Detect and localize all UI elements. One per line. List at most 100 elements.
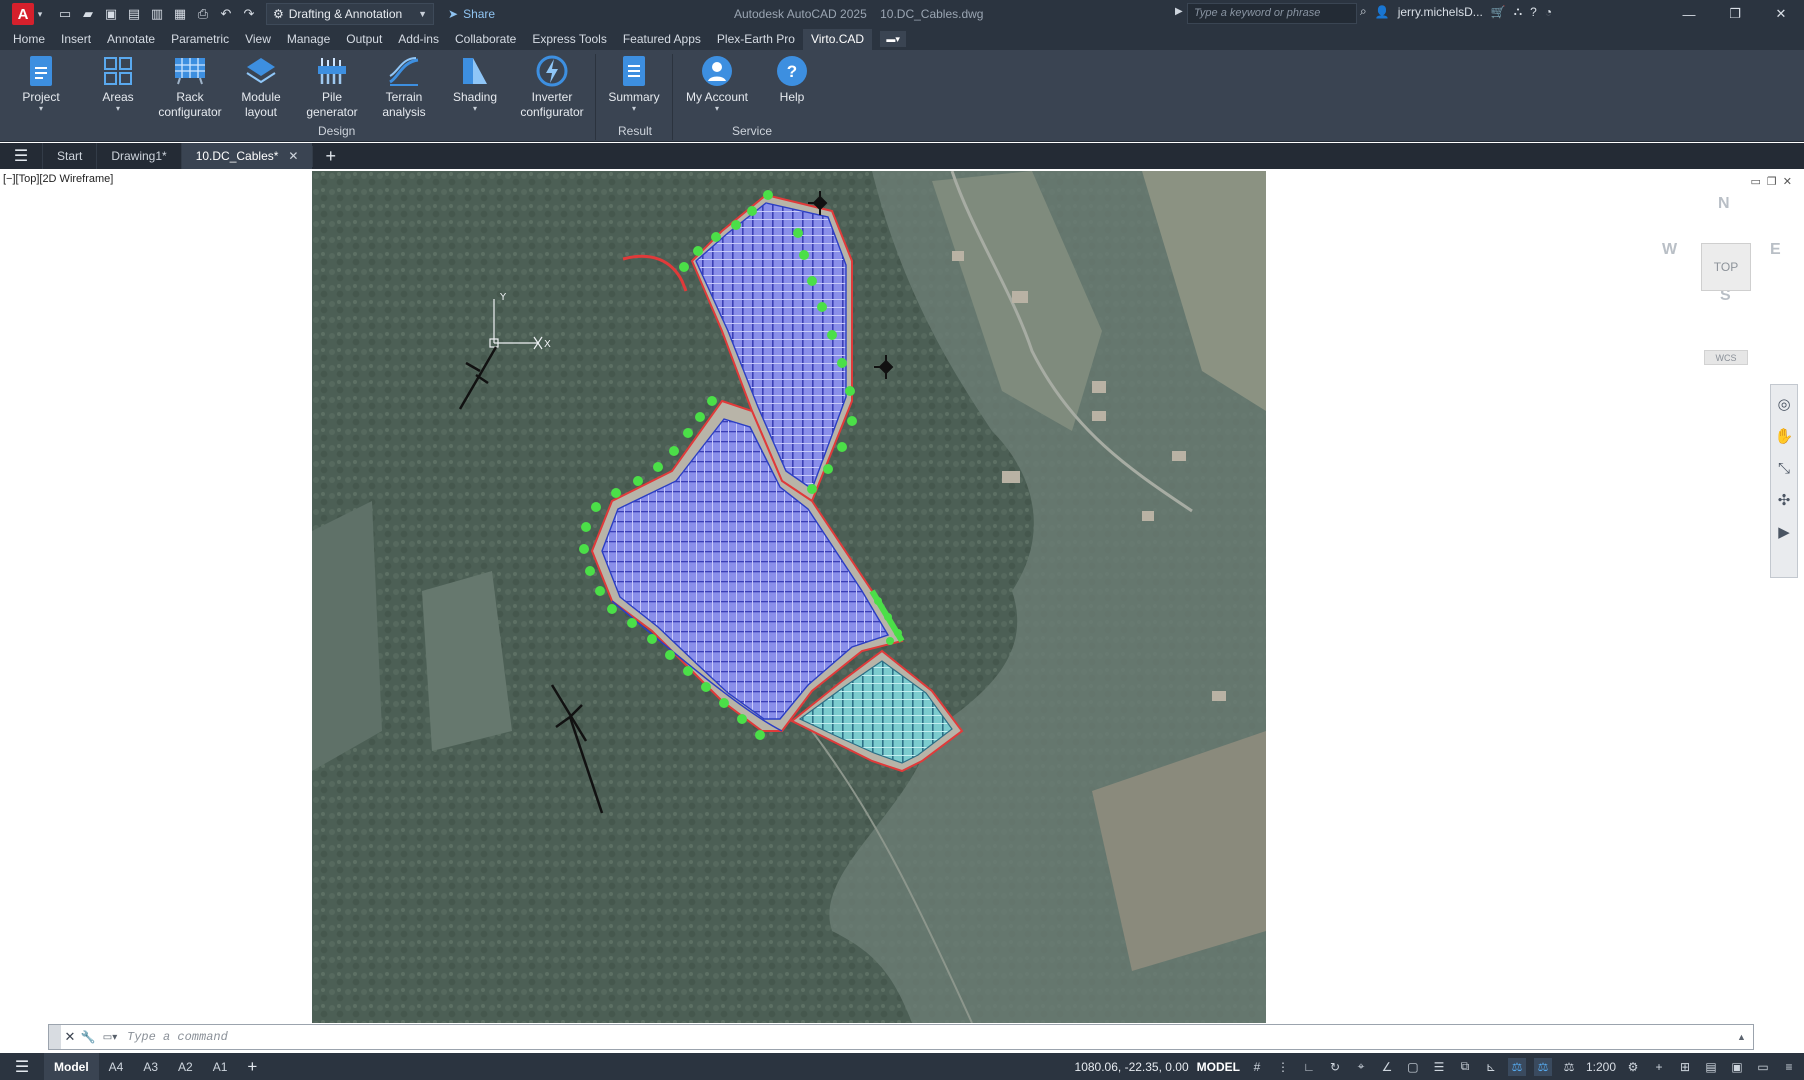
close-icon[interactable]: ✕: [1783, 175, 1792, 188]
viewcube-north[interactable]: N: [1718, 195, 1730, 213]
user-icon[interactable]: 👤: [1375, 5, 1390, 19]
project-button[interactable]: Project ▾: [20, 54, 62, 113]
pan-hand-icon[interactable]: ✋: [1773, 425, 1795, 447]
showmotion-icon[interactable]: ▶: [1773, 521, 1795, 543]
cursor-coordinates[interactable]: 1080.06, -22.35, 0.00: [1075, 1060, 1189, 1074]
quick-properties-icon[interactable]: ▤: [1702, 1058, 1720, 1076]
inverter-configurator-button[interactable]: Inverter configurator: [516, 54, 588, 120]
help-icon[interactable]: ?: [1530, 5, 1537, 19]
restore-icon[interactable]: ❐: [1767, 175, 1777, 188]
command-input[interactable]: [123, 1026, 1737, 1048]
model-space-toggle[interactable]: MODEL: [1197, 1060, 1240, 1074]
object-snap-icon[interactable]: ⌖: [1352, 1058, 1370, 1076]
snap-icon[interactable]: ⋮: [1274, 1058, 1292, 1076]
tab-virto-cad[interactable]: Virto.CAD: [802, 29, 873, 50]
assistant-icon[interactable]: ◔: [1545, 5, 1552, 19]
autodesk-icon[interactable]: ⛬: [1514, 4, 1522, 19]
share-button[interactable]: ➤ Share: [448, 7, 495, 21]
gear-icon[interactable]: ⚙: [1624, 1058, 1642, 1076]
steering-wheel-icon[interactable]: ◎: [1773, 393, 1795, 415]
cart-icon[interactable]: 🛒: [1491, 5, 1506, 19]
tab-collaborate[interactable]: Collaborate: [447, 32, 524, 50]
module-layout-button[interactable]: Module layout: [236, 54, 286, 120]
user-name[interactable]: jerry.michelsD...: [1398, 5, 1483, 19]
chevron-up-icon[interactable]: ▲: [1737, 1032, 1753, 1042]
grid-icon[interactable]: #: [1248, 1058, 1266, 1076]
graphics-performance-icon[interactable]: ▣: [1728, 1058, 1746, 1076]
tab-home[interactable]: Home: [5, 32, 53, 50]
add-layout-icon[interactable]: +: [237, 1057, 267, 1077]
close-icon[interactable]: ✕: [61, 1029, 79, 1045]
new-tab-icon[interactable]: +: [312, 145, 348, 167]
menu-icon[interactable]: ☰: [0, 1057, 44, 1077]
orbit-icon[interactable]: ✣: [1773, 489, 1795, 511]
layout-tab-a4[interactable]: A4: [99, 1053, 134, 1080]
clean-screen-icon[interactable]: ▭: [1754, 1058, 1772, 1076]
tab-insert[interactable]: Insert: [53, 32, 99, 50]
menu-icon[interactable]: ☰: [0, 143, 42, 169]
minimize-icon[interactable]: ▭: [1751, 175, 1761, 188]
tab-add-ins[interactable]: Add-ins: [390, 32, 447, 50]
areas-button[interactable]: Areas ▾: [96, 54, 140, 113]
search-input[interactable]: Type a keyword or phrase: [1187, 3, 1357, 24]
lineweight-icon[interactable]: ☰: [1430, 1058, 1448, 1076]
app-menu-button[interactable]: A: [12, 3, 34, 25]
tab-output[interactable]: Output: [338, 32, 390, 50]
zoom-extents-icon[interactable]: ⤡: [1773, 457, 1795, 479]
undo-icon[interactable]: ↶: [217, 5, 235, 23]
tab-manage[interactable]: Manage: [279, 32, 338, 50]
drag-handle[interactable]: [49, 1025, 61, 1049]
shading-button[interactable]: Shading ▾: [448, 54, 502, 113]
annotation-visibility-icon[interactable]: ⚖: [1507, 1057, 1526, 1076]
annotation-scale-value[interactable]: 1:200: [1586, 1060, 1616, 1074]
workspace-selector[interactable]: ⚙ Drafting & Annotation ▼: [266, 3, 434, 25]
save-to-web-icon[interactable]: ▥: [148, 5, 166, 23]
layout-tab-a2[interactable]: A2: [168, 1053, 203, 1080]
viewcube-east[interactable]: E: [1770, 241, 1781, 259]
save-as-icon[interactable]: ▤: [125, 5, 143, 23]
tab-annotate[interactable]: Annotate: [99, 32, 163, 50]
minimize-icon[interactable]: —: [1666, 0, 1712, 28]
tab-drawing1[interactable]: Drawing1*: [96, 143, 180, 169]
print-icon[interactable]: ⎙: [194, 5, 212, 23]
plus-icon[interactable]: +: [1650, 1058, 1668, 1076]
ucs-icon[interactable]: ⊾: [1482, 1058, 1500, 1076]
search-icon[interactable]: ⌕: [1360, 4, 1367, 19]
selection-cycling-icon[interactable]: ▢: [1404, 1058, 1422, 1076]
summary-button[interactable]: Summary ▾: [606, 54, 662, 113]
units-icon[interactable]: ⊞: [1676, 1058, 1694, 1076]
tab-view[interactable]: View: [237, 32, 279, 50]
help-button[interactable]: ? Help: [770, 54, 814, 105]
customize-menu-icon[interactable]: ≡: [1780, 1058, 1798, 1076]
close-icon[interactable]: ✕: [288, 149, 298, 163]
annotation-scale-icon[interactable]: ⚖: [1560, 1058, 1578, 1076]
my-account-button[interactable]: My Account ▾: [682, 54, 752, 113]
transparency-icon[interactable]: ⧉: [1456, 1058, 1474, 1076]
terrain-analysis-button[interactable]: Terrain analysis: [374, 54, 434, 120]
tab-active-drawing[interactable]: 10.DC_Cables* ✕: [180, 143, 313, 169]
wrench-icon[interactable]: 🔧: [79, 1030, 97, 1044]
viewport-controls-label[interactable]: [−][Top][2D Wireframe]: [3, 173, 113, 185]
viewcube-west[interactable]: W: [1662, 241, 1677, 259]
layout-tab-a1[interactable]: A1: [203, 1053, 238, 1080]
isometric-icon[interactable]: ∠: [1378, 1058, 1396, 1076]
polar-icon[interactable]: ↻: [1326, 1058, 1344, 1076]
open-folder-icon[interactable]: ▰: [79, 5, 97, 23]
plot-sheet-icon[interactable]: ▦: [171, 5, 189, 23]
ortho-icon[interactable]: ∟: [1300, 1058, 1318, 1076]
layout-tab-model[interactable]: Model: [44, 1053, 99, 1080]
new-file-icon[interactable]: ▭: [56, 5, 74, 23]
recent-commands-icon[interactable]: ▭▾: [97, 1032, 123, 1043]
aerial-site-plan[interactable]: Y X: [312, 171, 1266, 1023]
drawing-canvas[interactable]: [−][Top][2D Wireframe] Y X ▭ ❐ ✕ N W E S…: [0, 169, 1804, 1023]
viewcube-top-face[interactable]: TOP: [1701, 243, 1751, 291]
chevron-right-icon[interactable]: ▶: [1175, 6, 1183, 17]
auto-scale-icon[interactable]: ⚖: [1533, 1057, 1552, 1076]
restore-icon[interactable]: ❐: [1712, 0, 1758, 28]
save-icon[interactable]: ▣: [102, 5, 120, 23]
redo-icon[interactable]: ↷: [240, 5, 258, 23]
tab-featured-apps[interactable]: Featured Apps: [615, 32, 709, 50]
tab-parametric[interactable]: Parametric: [163, 32, 237, 50]
pile-generator-button[interactable]: Pile generator: [300, 54, 364, 120]
tab-plex-earth-pro[interactable]: Plex-Earth Pro: [709, 32, 803, 50]
